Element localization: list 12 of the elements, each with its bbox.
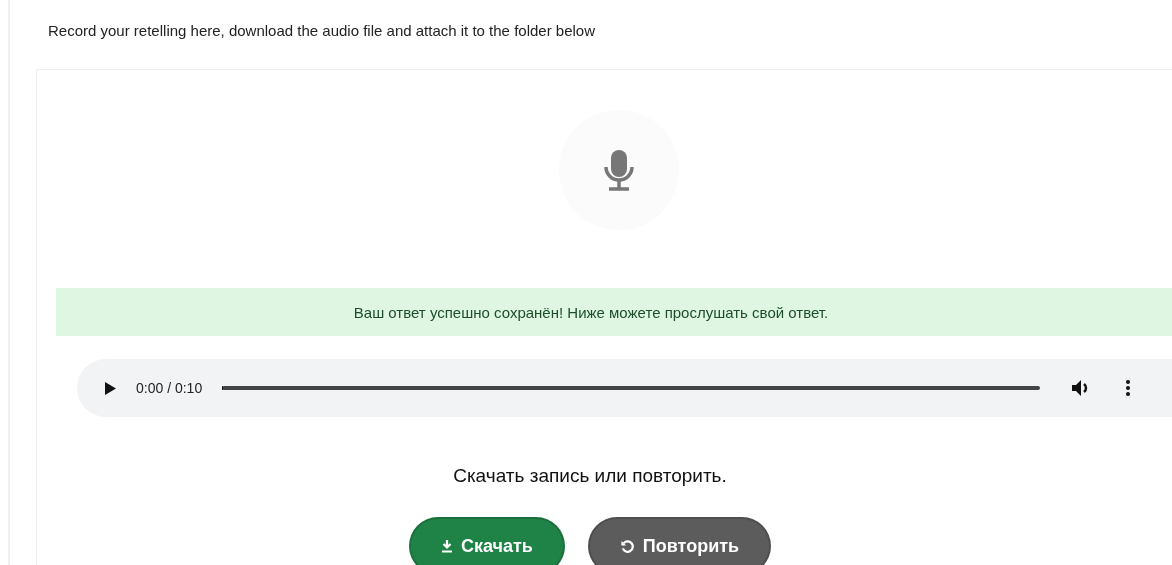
download-button[interactable]: Скачать — [408, 517, 565, 565]
success-message: Ваш ответ успешно сохранён! Ниже можете прослушать свой ответ. — [56, 288, 1172, 336]
play-icon[interactable] — [105, 381, 116, 395]
instruction-text: Record your retelling here, download the audio file and attach it to the folder below — [48, 22, 596, 40]
retry-button[interactable]: Повторить — [587, 517, 772, 565]
download-icon — [440, 539, 453, 553]
progress-track[interactable] — [222, 386, 1041, 390]
playback-time: 0:00 / 0:10 — [136, 380, 203, 396]
prompt-text: Скачать запись или повторить. — [452, 465, 728, 487]
more-options-icon[interactable] — [1126, 380, 1131, 396]
undo-icon — [619, 538, 635, 554]
microphone-icon — [601, 149, 637, 191]
